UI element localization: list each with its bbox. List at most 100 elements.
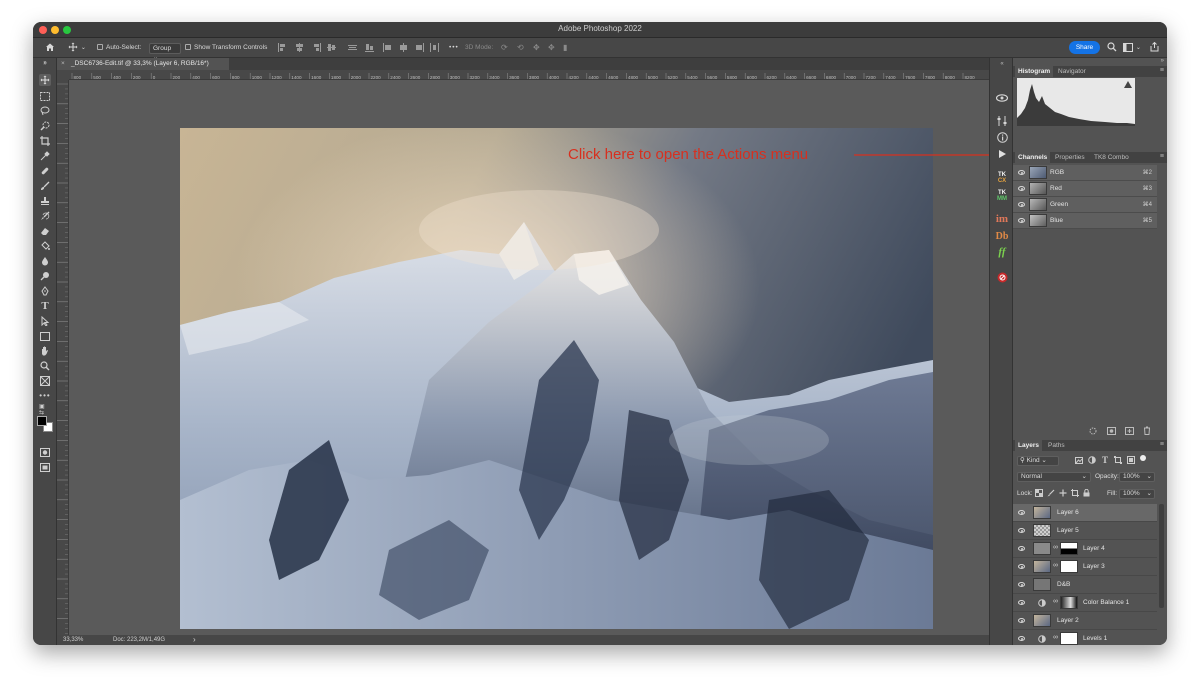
brush-tool-icon[interactable] bbox=[39, 180, 51, 192]
tab-channels[interactable]: Channels bbox=[1015, 152, 1051, 163]
share-upload-icon[interactable] bbox=[1150, 38, 1159, 58]
distribute-center-icon[interactable] bbox=[399, 43, 407, 52]
fill-field[interactable]: 100% ⌄ bbox=[1119, 489, 1155, 499]
layer-row[interactable]: ∞ Layer 3 bbox=[1013, 558, 1157, 576]
layer-name[interactable]: Layer 4 bbox=[1083, 545, 1105, 552]
3d-scale-icon[interactable]: ▮ bbox=[563, 38, 567, 58]
channels-menu-icon[interactable]: ≡ bbox=[1160, 153, 1164, 160]
align-bottom-icon[interactable] bbox=[365, 43, 374, 52]
opacity-field[interactable]: 100% ⌄ bbox=[1119, 472, 1155, 482]
layer-name[interactable]: D&B bbox=[1057, 581, 1070, 588]
layer-row[interactable]: ∞ Layer 4 bbox=[1013, 540, 1157, 558]
filter-shape-icon[interactable] bbox=[1114, 456, 1122, 464]
auto-select-dropdown[interactable]: Group ⌄ bbox=[149, 43, 181, 61]
red-plugin-icon[interactable] bbox=[995, 270, 1009, 284]
eye-icon[interactable] bbox=[1018, 510, 1025, 515]
layer-name[interactable]: Color Balance 1 bbox=[1083, 599, 1129, 606]
layers-scrollbar[interactable] bbox=[1159, 504, 1164, 608]
move-tool-options-icon[interactable]: ⌄ bbox=[68, 38, 86, 58]
filter-kind-dropdown[interactable]: ⚲ Kind ⌄ bbox=[1017, 456, 1059, 466]
filter-smart-object-icon[interactable] bbox=[1127, 456, 1135, 464]
document-image[interactable] bbox=[69, 80, 989, 635]
lock-transparent-icon[interactable] bbox=[1035, 489, 1043, 497]
distribute-top-icon[interactable] bbox=[383, 43, 391, 52]
default-colors-icon[interactable]: ▣ ⇆ bbox=[39, 404, 51, 416]
close-tab-icon[interactable]: × bbox=[61, 58, 65, 70]
eye-icon[interactable] bbox=[1018, 618, 1025, 623]
quick-mask-icon[interactable] bbox=[39, 446, 51, 458]
vertical-ruler[interactable] bbox=[57, 80, 69, 635]
healing-brush-tool-icon[interactable] bbox=[39, 165, 51, 177]
link-icon[interactable]: ∞ bbox=[1053, 562, 1058, 569]
home-icon[interactable] bbox=[45, 38, 55, 58]
align-center-icon[interactable] bbox=[295, 43, 303, 52]
layer-name[interactable]: Layer 3 bbox=[1083, 563, 1105, 570]
more-options-button[interactable]: ••• bbox=[449, 38, 459, 58]
lock-all-icon[interactable] bbox=[1083, 489, 1090, 497]
filter-adjustment-icon[interactable] bbox=[1088, 456, 1096, 464]
layer-name[interactable]: Layer 5 bbox=[1057, 527, 1079, 534]
channel-row-rgb[interactable]: RGB ⌘2 bbox=[1013, 165, 1157, 181]
eye-icon[interactable] bbox=[1018, 546, 1025, 551]
eye-icon[interactable] bbox=[1018, 528, 1025, 533]
tk-mm-plugin-icon[interactable]: TK MM bbox=[995, 189, 1009, 203]
layer-row[interactable]: D&B bbox=[1013, 576, 1157, 594]
eye-icon[interactable] bbox=[1018, 564, 1025, 569]
collapse-panels-icon[interactable]: » bbox=[1161, 58, 1164, 64]
edit-toolbar-icon[interactable]: ••• bbox=[39, 390, 51, 402]
channel-row-red[interactable]: Red ⌘3 bbox=[1013, 181, 1157, 197]
info-panel-icon[interactable] bbox=[995, 130, 1009, 144]
pen-tool-icon[interactable] bbox=[39, 285, 51, 297]
crop-tool-icon[interactable] bbox=[39, 135, 51, 147]
history-brush-tool-icon[interactable] bbox=[39, 210, 51, 222]
align-right-icon[interactable] bbox=[312, 43, 321, 52]
hand-tool-icon[interactable] bbox=[39, 345, 51, 357]
filter-type-icon[interactable]: T bbox=[1102, 455, 1108, 465]
tab-navigator[interactable]: Navigator bbox=[1055, 66, 1089, 77]
move-tool-icon[interactable] bbox=[39, 74, 51, 86]
histogram-warning-icon[interactable] bbox=[1124, 81, 1132, 88]
im-plugin-icon[interactable]: im bbox=[995, 212, 1009, 226]
histogram-menu-icon[interactable]: ≡ bbox=[1160, 67, 1164, 74]
align-left-icon[interactable] bbox=[278, 43, 286, 52]
layer-row[interactable]: ∞ Levels 1 bbox=[1013, 630, 1157, 645]
link-icon[interactable]: ∞ bbox=[1053, 634, 1058, 641]
share-button[interactable]: Share bbox=[1069, 41, 1100, 54]
rectangle-tool-icon[interactable] bbox=[39, 330, 51, 342]
filter-toggle-icon[interactable] bbox=[1140, 455, 1146, 461]
tab-layers[interactable]: Layers bbox=[1015, 440, 1042, 451]
layer-name[interactable]: Layer 2 bbox=[1057, 617, 1079, 624]
layers-menu-icon[interactable]: ≡ bbox=[1160, 441, 1164, 448]
ff-plugin-icon[interactable]: ff bbox=[995, 245, 1009, 259]
workspace-icon[interactable]: ⌄ bbox=[1123, 38, 1141, 58]
load-selection-icon[interactable] bbox=[1089, 427, 1097, 435]
lock-artboard-icon[interactable] bbox=[1071, 489, 1079, 497]
collapse-icons-icon[interactable]: « bbox=[995, 60, 1009, 68]
zoom-tool-icon[interactable] bbox=[39, 360, 51, 372]
3d-slide-icon[interactable]: ✥ bbox=[548, 38, 555, 58]
path-selection-tool-icon[interactable] bbox=[39, 315, 51, 327]
quick-selection-tool-icon[interactable] bbox=[39, 120, 51, 132]
eye-icon[interactable] bbox=[1018, 170, 1025, 175]
screen-mode-icon[interactable] bbox=[39, 461, 51, 473]
adjustments-panel-icon[interactable] bbox=[995, 114, 1009, 128]
tab-tk8-combo[interactable]: TK8 Combo bbox=[1091, 152, 1132, 163]
tk-cx-plugin-icon[interactable]: TK CX bbox=[995, 171, 1009, 185]
collapse-left-icon[interactable]: » bbox=[35, 58, 55, 70]
layer-name[interactable]: Levels 1 bbox=[1083, 635, 1107, 642]
blur-tool-icon[interactable] bbox=[39, 255, 51, 267]
tab-histogram[interactable]: Histogram bbox=[1015, 66, 1054, 77]
foreground-color-swatch[interactable] bbox=[37, 416, 47, 426]
layer-row[interactable]: Layer 6 bbox=[1013, 504, 1157, 522]
layer-mask-thumbnail[interactable] bbox=[1060, 560, 1078, 573]
channel-row-green[interactable]: Green ⌘4 bbox=[1013, 197, 1157, 213]
eye-icon[interactable] bbox=[1018, 636, 1025, 641]
layer-row[interactable]: Layer 2 bbox=[1013, 612, 1157, 630]
status-menu-arrow[interactable]: › bbox=[193, 635, 196, 645]
link-icon[interactable]: ∞ bbox=[1053, 544, 1058, 551]
align-middle-icon[interactable] bbox=[348, 43, 357, 52]
blend-mode-dropdown[interactable]: Normal ⌄ bbox=[1017, 472, 1091, 482]
canvas-area[interactable]: Click here to open the Actions menu bbox=[69, 80, 1024, 635]
actions-panel-icon[interactable] bbox=[995, 147, 1009, 161]
clone-stamp-tool-icon[interactable] bbox=[39, 195, 51, 207]
